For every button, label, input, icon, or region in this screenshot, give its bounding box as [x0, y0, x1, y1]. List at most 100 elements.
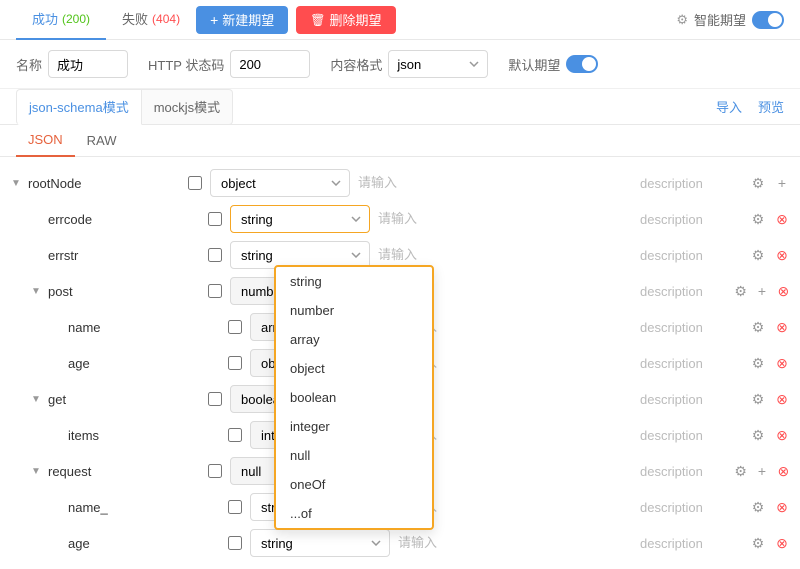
settings-icon[interactable]: ⚙ [748, 389, 768, 409]
delete-icon[interactable]: ⊗ [772, 533, 792, 553]
main-container: 成功 (200) 失败 (404) + 新建期望 🗑 删除期望 ⚙ 智能期望 名… [0, 0, 800, 569]
desc-text: description [632, 284, 732, 299]
settings-icon[interactable]: ⚙ [748, 245, 768, 265]
field-checkbox[interactable] [228, 500, 242, 514]
delete-icon[interactable]: ⊗ [775, 461, 792, 481]
dropdown-item-of[interactable]: ...of [276, 499, 432, 528]
settings-icon[interactable]: ⚙ [748, 317, 768, 337]
delete-icon[interactable]: ⊗ [772, 209, 792, 229]
field-checkbox[interactable] [208, 392, 222, 406]
settings-icon[interactable]: ⚙ [748, 173, 768, 193]
meta-name: 名称 [16, 50, 128, 78]
value-input[interactable] [390, 532, 632, 554]
smart-expect-toggle[interactable] [752, 11, 784, 29]
field-checkbox[interactable] [208, 284, 222, 298]
dropdown-item-array[interactable]: array [276, 325, 432, 354]
desc-text: description [632, 392, 732, 407]
meta-row: 名称 HTTP 状态码 内容格式 json xml text 默认期望 [0, 40, 800, 89]
name-input[interactable] [48, 50, 128, 78]
type-select[interactable]: stringnumberarrayobjectbooleanintegernul… [250, 529, 390, 557]
row-actions: ⚙ ⊗ [732, 317, 792, 337]
add-icon[interactable]: + [753, 461, 770, 481]
dropdown-item-boolean[interactable]: boolean [276, 383, 432, 412]
content-select[interactable]: json xml text [388, 50, 488, 78]
field-checkbox[interactable] [228, 356, 242, 370]
meta-status: HTTP 状态码 [148, 50, 310, 78]
tab-fail-count: (404) [152, 12, 180, 26]
dropdown-item-object[interactable]: object [276, 354, 432, 383]
desc-text: description [632, 248, 732, 263]
table-row: age stringnumberarrayobjectbooleanintege… [0, 525, 800, 561]
tab-raw[interactable]: RAW [75, 125, 129, 157]
settings-icon[interactable]: ⚙ [748, 353, 768, 373]
tab-success[interactable]: 成功 (200) [16, 0, 106, 40]
field-checkbox[interactable] [228, 320, 242, 334]
expand-icon[interactable]: ▼ [28, 283, 44, 299]
top-tabs-bar: 成功 (200) 失败 (404) + 新建期望 🗑 删除期望 ⚙ 智能期望 [0, 0, 800, 40]
expand-icon[interactable]: ▼ [28, 463, 44, 479]
delete-icon[interactable]: ⊗ [772, 245, 792, 265]
field-checkbox[interactable] [208, 464, 222, 478]
settings-icon[interactable]: ⚙ [748, 209, 768, 229]
tab-json[interactable]: JSON [16, 125, 75, 157]
type-select-open[interactable]: stringnumberarrayobjectbooleanintegernul… [230, 205, 370, 233]
status-input[interactable] [230, 50, 310, 78]
add-icon[interactable]: + [772, 173, 792, 193]
row-actions: ⚙ + ⊗ [732, 461, 792, 481]
settings-icon[interactable]: ⚙ [732, 461, 749, 481]
delete-icon: 🗑 [310, 13, 325, 27]
meta-default: 默认期望 [508, 55, 598, 74]
field-checkbox[interactable] [228, 536, 242, 550]
field-checkbox[interactable] [208, 248, 222, 262]
table-row: errcode stringnumberarrayobjectbooleanin… [0, 201, 800, 237]
delete-icon[interactable]: ⊗ [772, 425, 792, 445]
delete-icon[interactable]: ⊗ [772, 389, 792, 409]
settings-icon[interactable]: ⚙ [748, 533, 768, 553]
settings-icon[interactable]: ⚙ [748, 425, 768, 445]
name-label: 名称 [16, 55, 42, 74]
row-actions: ⚙ ⊗ [732, 353, 792, 373]
field-checkbox[interactable] [188, 176, 202, 190]
tab-mockjs[interactable]: mockjs模式 [142, 89, 233, 125]
field-checkbox[interactable] [228, 428, 242, 442]
delete-icon[interactable]: ⊗ [772, 317, 792, 337]
value-input[interactable] [350, 172, 632, 194]
add-icon[interactable]: + [753, 281, 770, 301]
row-actions: ⚙ ⊗ [732, 533, 792, 553]
import-button[interactable]: 导入 [716, 97, 742, 116]
value-input[interactable] [370, 244, 632, 266]
tab-json-schema[interactable]: json-schema模式 [16, 89, 142, 125]
row-actions: ⚙ ⊗ [732, 209, 792, 229]
value-input[interactable] [370, 208, 632, 230]
delete-icon[interactable]: ⊗ [772, 353, 792, 373]
delete-icon[interactable]: ⊗ [775, 281, 792, 301]
dropdown-item-number[interactable]: number [276, 296, 432, 325]
gear-icon: ⚙ [676, 12, 688, 28]
preview-button[interactable]: 预览 [758, 97, 784, 116]
new-expect-button[interactable]: + 新建期望 [196, 6, 288, 34]
dropdown-item-string[interactable]: string [276, 267, 432, 296]
delete-icon[interactable]: ⊗ [772, 497, 792, 517]
dropdown-item-null[interactable]: null [276, 441, 432, 470]
row-actions: ⚙ + ⊗ [732, 281, 792, 301]
tab-success-label: 成功 [32, 9, 58, 28]
desc-text: description [632, 464, 732, 479]
new-icon: + [210, 12, 218, 28]
settings-icon[interactable]: ⚙ [748, 497, 768, 517]
settings-icon[interactable]: ⚙ [732, 281, 749, 301]
expand-icon[interactable]: ▼ [28, 391, 44, 407]
expand-icon[interactable]: ▼ [8, 175, 24, 191]
field-name: rootNode [28, 176, 188, 191]
field-name: name [68, 320, 228, 335]
desc-text: description [632, 176, 732, 191]
row-actions: ⚙ ⊗ [732, 425, 792, 445]
field-checkbox[interactable] [208, 212, 222, 226]
field-name-items: items [68, 428, 228, 443]
tab-fail[interactable]: 失败 (404) [106, 0, 196, 40]
dropdown-item-oneof[interactable]: oneOf [276, 470, 432, 499]
default-expect-toggle[interactable] [566, 55, 598, 73]
dropdown-item-integer[interactable]: integer [276, 412, 432, 441]
delete-expect-button[interactable]: 🗑 删除期望 [296, 6, 395, 34]
type-select[interactable]: objectstringnumberarraybooleanintegernul… [210, 169, 350, 197]
field-name: errcode [48, 212, 208, 227]
